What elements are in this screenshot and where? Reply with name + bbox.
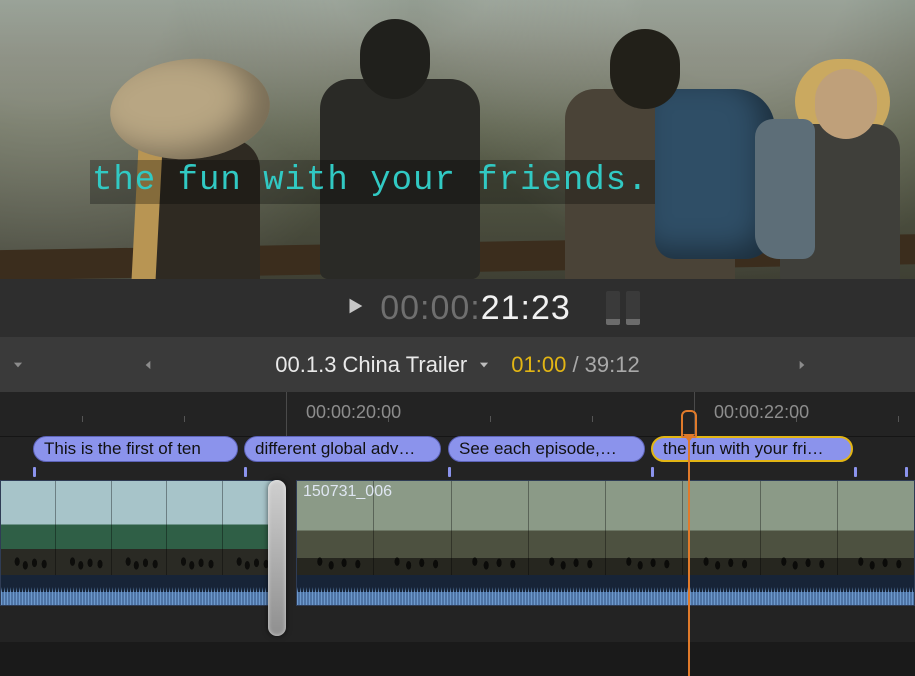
- clip-marker: [651, 467, 654, 477]
- audio-meter-left: [606, 291, 620, 325]
- figure-4: [760, 59, 915, 279]
- chevron-down-icon: [11, 358, 25, 372]
- project-duration-display[interactable]: 01:00 / 39:12: [511, 352, 639, 378]
- primary-storyline[interactable]: 150731_006: [0, 480, 915, 630]
- audio-meters: [606, 291, 640, 325]
- timeline-history-dropdown[interactable]: [10, 358, 26, 372]
- ruler-time-label: 00:00:22:00: [714, 402, 809, 423]
- figure-2: [290, 19, 490, 279]
- timeline[interactable]: 00:00:20:00 00:00:22:00 This is the first…: [0, 392, 915, 676]
- project-title: 00.1.3 China Trailer: [275, 352, 467, 378]
- markers-lane: [0, 464, 915, 480]
- timeline-history-next[interactable]: [794, 358, 810, 372]
- ruler-tick-minor: [592, 416, 593, 422]
- audio-meter-right: [626, 291, 640, 325]
- timecode-prefix: 00:00:: [380, 289, 481, 327]
- time-ruler[interactable]: 00:00:20:00 00:00:22:00: [0, 392, 915, 437]
- ruler-tick-minor: [184, 416, 185, 422]
- ruler-tick-minor: [82, 416, 83, 422]
- ruler-tick-minor: [490, 416, 491, 422]
- project-time-separator: /: [566, 352, 584, 377]
- audio-waveform: [1, 575, 277, 605]
- clip-marker: [244, 467, 247, 477]
- video-clip[interactable]: 150731_006: [296, 480, 915, 606]
- audio-waveform: [297, 575, 914, 605]
- ruler-tick-major: [694, 392, 695, 437]
- timeline-history-prev[interactable]: [140, 358, 156, 372]
- caption-overlay: the fun with your friends.: [90, 160, 655, 204]
- chevron-left-icon: [141, 358, 155, 372]
- play-icon: [344, 295, 366, 317]
- edit-handle[interactable]: [268, 480, 286, 636]
- ruler-tick-minor: [898, 416, 899, 422]
- project-title-dropdown[interactable]: 00.1.3 China Trailer: [275, 352, 491, 378]
- clip-marker: [905, 467, 908, 477]
- caption-clip[interactable]: the fun with your fri…: [651, 436, 853, 462]
- play-button[interactable]: [344, 295, 366, 322]
- project-current-time: 01:00: [511, 352, 566, 377]
- ruler-time-label: 00:00:20:00: [306, 402, 401, 423]
- preview-viewer[interactable]: the fun with your friends.: [0, 0, 915, 279]
- clip-marker: [33, 467, 36, 477]
- transport-bar: 00:00:21:23: [0, 279, 915, 337]
- project-total-time: 39:12: [585, 352, 640, 377]
- clip-label: 150731_006: [303, 483, 392, 501]
- timeline-header-bar: 00.1.3 China Trailer 01:00 / 39:12: [0, 337, 915, 392]
- caption-clip[interactable]: different global adv…: [244, 436, 441, 462]
- viewer-timecode[interactable]: 00:00:21:23: [380, 289, 571, 328]
- captions-lane: This is the first of tendifferent global…: [0, 436, 915, 464]
- chevron-down-icon: [477, 358, 491, 372]
- caption-clip[interactable]: This is the first of ten: [33, 436, 238, 462]
- video-clip[interactable]: [0, 480, 278, 606]
- clip-marker: [854, 467, 857, 477]
- chevron-right-icon: [795, 358, 809, 372]
- ruler-tick-major: [286, 392, 287, 437]
- caption-clip[interactable]: See each episode,…: [448, 436, 645, 462]
- timecode-active: 21:23: [481, 289, 571, 327]
- clip-marker: [448, 467, 451, 477]
- timeline-gutter: [0, 642, 915, 676]
